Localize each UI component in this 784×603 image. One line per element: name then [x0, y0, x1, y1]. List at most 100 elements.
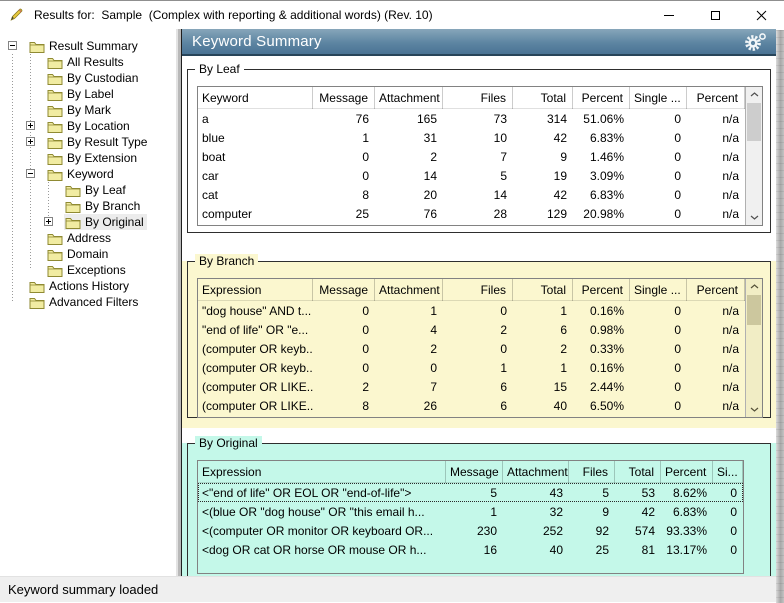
tree-item-address[interactable]: Address — [0, 230, 173, 246]
column-header-total[interactable]: Total — [615, 461, 661, 483]
tree-item-label: Actions History — [49, 279, 129, 293]
tree-item-by-branch[interactable]: By Branch — [0, 198, 173, 214]
tree-item-by-leaf[interactable]: By Leaf — [0, 182, 173, 198]
table-row[interactable]: <(blue OR "dog house" OR "this email h..… — [198, 502, 743, 521]
column-header-single[interactable]: Single ... — [630, 279, 687, 301]
table-row[interactable]: <"end of life" OR EOL OR "end-of-life">5… — [198, 483, 743, 502]
tree-item-domain[interactable]: Domain — [0, 246, 173, 262]
panel-splitter[interactable] — [173, 29, 181, 576]
column-header-percent[interactable]: Percent — [573, 279, 630, 301]
table-cell: 574 — [615, 524, 661, 538]
table-row[interactable]: <(computer OR monitor OR keyboard OR...2… — [198, 521, 743, 540]
column-header-expression[interactable]: Expression — [198, 279, 313, 301]
folder-icon — [47, 232, 63, 245]
column-header-files[interactable]: Files — [443, 279, 513, 301]
column-header-total[interactable]: Total — [513, 87, 573, 109]
main-area: Result SummaryAll ResultsBy CustodianBy … — [0, 29, 776, 576]
tree-item-result-summary[interactable]: Result Summary — [0, 38, 173, 54]
collapse-icon[interactable] — [26, 169, 35, 178]
group-title: By Branch — [195, 254, 258, 268]
table-cell: 43 — [503, 486, 569, 500]
expand-icon[interactable] — [44, 217, 53, 226]
table-cell: 0 — [313, 304, 375, 318]
column-header-percent[interactable]: Percent — [661, 461, 713, 483]
column-header-message[interactable]: Message — [313, 87, 375, 109]
tree-item-by-mark[interactable]: By Mark — [0, 102, 173, 118]
tree-item-by-location[interactable]: By Location — [0, 118, 173, 134]
table-cell: 0 — [630, 207, 687, 221]
column-header-attachment[interactable]: Attachment — [375, 279, 443, 301]
column-header-total[interactable]: Total — [513, 279, 573, 301]
table-cell: (computer OR keyb... — [198, 342, 313, 356]
by-leaf-table[interactable]: KeywordMessageAttachmentFilesTotalPercen… — [197, 86, 763, 226]
tree-item-actions-history[interactable]: Actions History — [0, 278, 173, 294]
column-header-expression[interactable]: Expression — [198, 461, 446, 483]
tree-item-all-results[interactable]: All Results — [0, 54, 173, 70]
table-row[interactable]: (computer OR LIKE...8266406.50%0n/a — [198, 396, 745, 415]
table-row[interactable]: (computer OR keyb...02020.33%0n/a — [198, 339, 745, 358]
tree-item-exceptions[interactable]: Exceptions — [0, 262, 173, 278]
column-header-attachment[interactable]: Attachment — [375, 87, 443, 109]
table-row[interactable]: computer25762812920.98%0n/a — [198, 204, 745, 223]
table-row[interactable]: a761657331451.06%0n/a — [198, 109, 745, 128]
tree-item-label: By Location — [67, 119, 130, 133]
table-cell: 1.46% — [573, 150, 630, 164]
expand-icon[interactable] — [26, 137, 35, 146]
table-row[interactable]: cat82014426.83%0n/a — [198, 185, 745, 204]
table-cell: 0 — [313, 342, 375, 356]
column-header-keyword[interactable]: Keyword — [198, 87, 313, 109]
by-branch-table[interactable]: ExpressionMessageAttachmentFilesTotalPer… — [197, 278, 763, 418]
column-header-message[interactable]: Message — [313, 279, 375, 301]
table-row[interactable]: (computer OR LIKE...276152.44%0n/a — [198, 377, 745, 396]
maximize-button[interactable] — [692, 1, 738, 29]
collapse-icon[interactable] — [8, 41, 17, 50]
table-cell: 51.06% — [573, 112, 630, 126]
chevron-down-icon[interactable] — [746, 402, 762, 417]
right-scrollbar[interactable] — [776, 30, 784, 603]
column-header-message[interactable]: Message — [446, 461, 503, 483]
minimize-button[interactable] — [646, 1, 692, 29]
scrollbar-thumb[interactable] — [747, 103, 761, 141]
table-row[interactable]: <dog OR cat OR horse OR mouse OR h...164… — [198, 540, 743, 559]
vertical-scrollbar[interactable] — [745, 279, 762, 417]
chevron-up-icon[interactable] — [746, 87, 762, 102]
column-header-single[interactable]: Single ... — [630, 87, 687, 109]
expand-icon[interactable] — [26, 121, 35, 130]
table-row[interactable]: "end of life" OR "e...04260.98%0n/a — [198, 320, 745, 339]
tree-item-advanced-filters[interactable]: Advanced Filters — [0, 294, 173, 310]
by-original-table[interactable]: ExpressionMessageAttachmentFilesTotalPer… — [197, 460, 744, 574]
column-header-percent[interactable]: Percent — [687, 279, 745, 301]
table-row[interactable]: (computer OR keyb...00110.16%0n/a — [198, 358, 745, 377]
column-header-si[interactable]: Si... — [713, 461, 743, 483]
table-cell: 314 — [513, 112, 573, 126]
tree-item-by-custodian[interactable]: By Custodian — [0, 70, 173, 86]
table-cell: 6 — [443, 380, 513, 394]
column-header-files[interactable]: Files — [443, 87, 513, 109]
table-cell: 0 — [630, 131, 687, 145]
column-header-attachment[interactable]: Attachment — [503, 461, 569, 483]
tree-item-by-original[interactable]: By Original — [0, 214, 173, 230]
chevron-down-icon[interactable] — [746, 210, 762, 225]
gear-icon[interactable] — [743, 31, 769, 53]
chevron-up-icon[interactable] — [746, 279, 762, 294]
tree-item-by-label[interactable]: By Label — [0, 86, 173, 102]
table-cell: 0 — [630, 342, 687, 356]
group-box-by-leaf: By Leaf KeywordMessageAttachmentFilesTot… — [187, 69, 771, 233]
column-header-percent[interactable]: Percent — [687, 87, 745, 109]
table-row[interactable]: blue13110426.83%0n/a — [198, 128, 745, 147]
tree-item-keyword[interactable]: Keyword — [0, 166, 173, 182]
table-cell: 25 — [569, 543, 615, 557]
table-row[interactable]: boat02791.46%0n/a — [198, 147, 745, 166]
close-button[interactable] — [738, 1, 784, 29]
table-cell: <(blue OR "dog house" OR "this email h..… — [198, 505, 446, 519]
table-cell: 15 — [513, 380, 573, 394]
table-row[interactable]: car0145193.09%0n/a — [198, 166, 745, 185]
tree-item-by-extension[interactable]: By Extension — [0, 150, 173, 166]
column-header-files[interactable]: Files — [569, 461, 615, 483]
vertical-scrollbar[interactable] — [745, 87, 762, 225]
tree-item-by-result-type[interactable]: By Result Type — [0, 134, 173, 150]
scrollbar-thumb[interactable] — [747, 295, 761, 325]
table-cell: 13.17% — [661, 543, 713, 557]
column-header-percent[interactable]: Percent — [573, 87, 630, 109]
table-row[interactable]: "dog house" AND t...01010.16%0n/a — [198, 301, 745, 320]
